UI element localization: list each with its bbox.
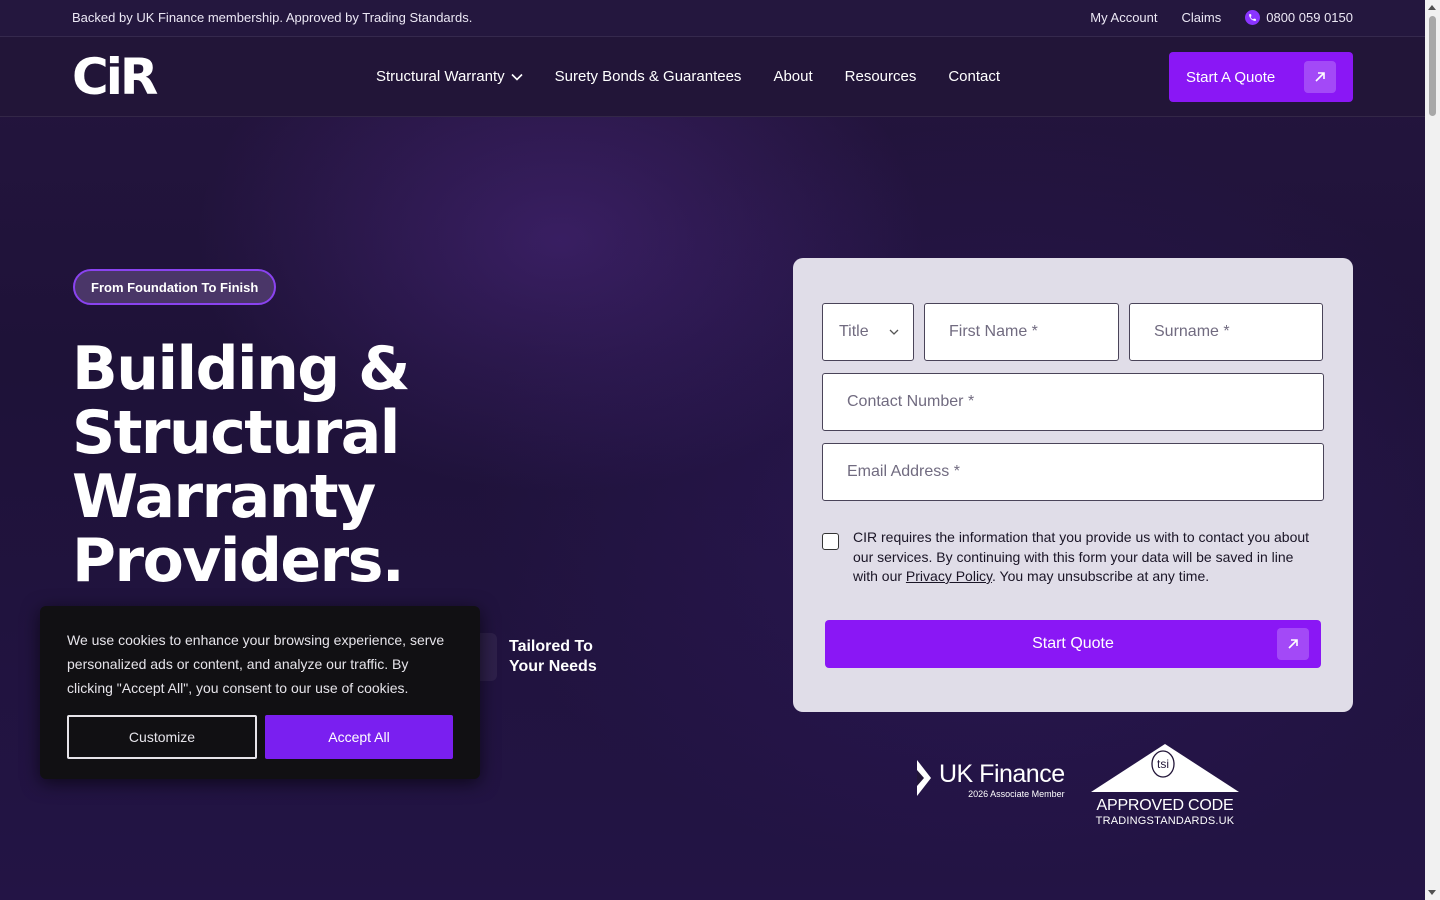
headline-line: Providers.	[72, 526, 405, 596]
main-nav: CiR Structural Warranty Surety Bonds & G…	[0, 37, 1425, 117]
consent-row: CIR requires the information that you pr…	[822, 528, 1322, 587]
claims-link[interactable]: Claims	[1182, 10, 1222, 25]
page-scrollbar[interactable]	[1425, 0, 1440, 900]
tsi-logo-icon: tsi	[1091, 744, 1239, 792]
nav-resources[interactable]: Resources	[845, 68, 917, 85]
chevron-down-icon	[511, 73, 523, 81]
uk-finance-name: UK Finance	[939, 760, 1065, 788]
nav-about[interactable]: About	[773, 68, 812, 85]
scrollbar-thumb[interactable]	[1429, 16, 1436, 116]
accept-all-button[interactable]: Accept All	[265, 715, 453, 759]
cta-label: Start A Quote	[1186, 68, 1276, 86]
top-bar: Backed by UK Finance membership. Approve…	[0, 0, 1425, 37]
hero-pill: From Foundation To Finish	[73, 269, 277, 305]
page: Backed by UK Finance membership. Approve…	[0, 0, 1425, 900]
hero-headline: Building & Structural Warranty Providers…	[72, 337, 632, 593]
scroll-up-icon[interactable]	[1428, 5, 1436, 10]
nav-surety-bonds[interactable]: Surety Bonds & Guarantees	[555, 68, 742, 85]
uk-finance-text: UK Finance 2026 Associate Member	[939, 760, 1065, 799]
phone-link[interactable]: 0800 059 0150	[1245, 10, 1353, 25]
chevron-down-icon	[889, 329, 899, 335]
arrow-up-right-icon	[1277, 628, 1309, 660]
headline-line: Warranty	[72, 462, 376, 532]
tsi-approved-code-badge: tsi APPROVED CODE TRADINGSTANDARDS.UK	[1091, 744, 1239, 827]
my-account-link[interactable]: My Account	[1090, 10, 1157, 25]
uk-finance-sub: 2026 Associate Member	[968, 789, 1065, 799]
arrow-up-right-icon	[1304, 61, 1336, 93]
email-field[interactable]: Email Address *	[822, 443, 1324, 501]
submit-label: Start Quote	[1032, 635, 1114, 652]
tsi-approved-code: APPROVED CODE	[1096, 797, 1234, 814]
cir-logo[interactable]: CiR	[72, 52, 158, 102]
nav-contact[interactable]: Contact	[948, 68, 1000, 85]
feature-text: Tailored To Your Needs	[509, 638, 597, 675]
nav-structural-warranty[interactable]: Structural Warranty	[376, 68, 523, 85]
nav-item-label: Structural Warranty	[376, 68, 505, 85]
tsi-mark-text: tsi	[1157, 757, 1169, 771]
privacy-policy-link[interactable]: Privacy Policy	[906, 568, 992, 584]
tsi-site: TRADINGSTANDARDS.UK	[1095, 815, 1235, 827]
title-select[interactable]: Title	[822, 303, 914, 361]
top-bar-links: My Account Claims 0800 059 0150	[1090, 10, 1353, 25]
cookie-banner: We use cookies to enhance your browsing …	[40, 606, 480, 779]
contact-number-field[interactable]: Contact Number *	[822, 373, 1324, 431]
start-a-quote-button[interactable]: Start A Quote	[1169, 52, 1353, 102]
scroll-down-icon[interactable]	[1428, 890, 1436, 895]
start-quote-button[interactable]: Start Quote	[825, 620, 1321, 668]
consent-checkbox[interactable]	[822, 533, 839, 550]
phone-number: 0800 059 0150	[1266, 10, 1353, 25]
phone-icon	[1245, 10, 1261, 25]
headline-line: Building &	[72, 334, 410, 404]
uk-finance-logo-icon	[917, 760, 931, 796]
cookie-message: We use cookies to enhance your browsing …	[67, 632, 445, 696]
top-bar-tagline: Backed by UK Finance membership. Approve…	[72, 10, 473, 25]
surname-field[interactable]: Surname *	[1129, 303, 1323, 361]
headline-line: Structural	[72, 398, 400, 468]
first-name-field[interactable]: First Name *	[924, 303, 1119, 361]
title-select-value: Title	[839, 323, 869, 340]
consent-text: CIR requires the information that you pr…	[853, 528, 1322, 587]
nav-links: Structural Warranty Surety Bonds & Guara…	[376, 68, 1000, 85]
consent-text-end: . You may unsubscribe at any time.	[992, 568, 1210, 584]
customize-button[interactable]: Customize	[67, 715, 257, 759]
quote-form: Title First Name * Surname * Contact Num…	[793, 258, 1353, 712]
uk-finance-badge: UK Finance 2026 Associate Member	[915, 760, 1065, 799]
